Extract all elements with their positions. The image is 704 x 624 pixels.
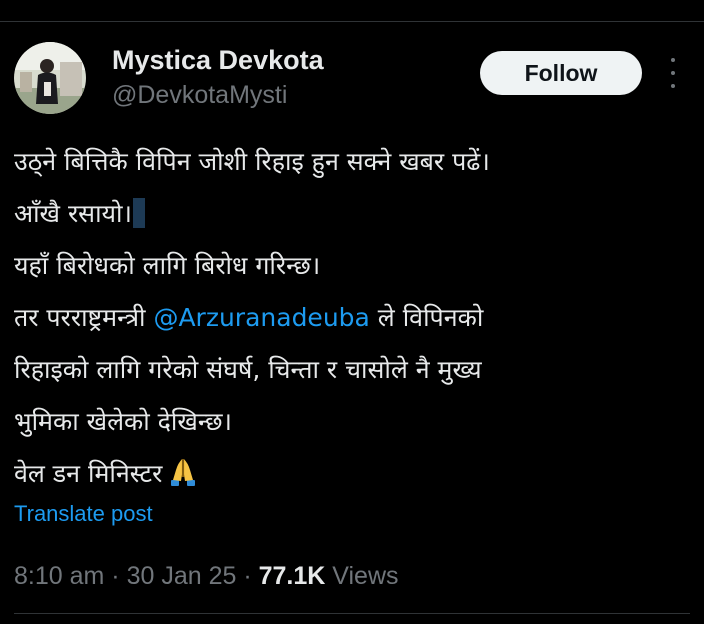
tweet-line: वेल डन मिनिस्टर [14,448,690,500]
more-options-icon[interactable] [660,58,686,88]
tweet-text: उठ्ने बित्तिकै विपिन जोशी रिहाइ हुन सक्न… [14,136,690,500]
views-label: Views [325,562,399,590]
tweet-line-text: यहाँ बिरोधको लागि बिरोध गरिन्छ। [14,251,321,280]
avatar-image [14,42,86,114]
meta-separator: · [104,562,127,590]
mention-link[interactable]: @Arzuranadeuba [153,303,369,332]
tweet-line-text: तर परराष्ट्रमन्त्री [14,303,154,332]
tweet-line-text: ले विपिनको [369,303,484,332]
folded-hands-icon [168,453,198,505]
tweet-line-text: भुमिका खेलेको देखिन्छ। [14,407,232,436]
avatar[interactable] [14,42,86,114]
text-selection-cursor [133,198,145,228]
tweet-line: आँखै रसायो। [14,188,690,240]
author-handle[interactable]: @DevkotaMysti [112,80,287,110]
follow-button[interactable]: Follow [480,51,642,95]
views-count[interactable]: 77.1K [259,562,326,590]
more-dot [671,58,675,62]
bottom-divider [14,613,690,614]
author-display-name[interactable]: Mystica Devkota [112,44,324,76]
tweet-line-text: रिहाइको लागि गरेको संघर्ष, चिन्ता र चासो… [14,355,482,384]
meta-separator: · [236,562,259,590]
tweet-time[interactable]: 8:10 am [14,562,104,590]
top-divider [0,0,704,22]
more-dot [671,71,675,75]
tweet-line: रिहाइको लागि गरेको संघर्ष, चिन्ता र चासो… [14,344,690,396]
tweet-line: तर परराष्ट्रमन्त्री @Arzuranadeuba ले वि… [14,292,690,344]
tweet-meta: 8:10 am · 30 Jan 25 · 77.1K Views [14,560,399,592]
tweet-date[interactable]: 30 Jan 25 [127,562,237,590]
tweet-line: उठ्ने बित्तिकै विपिन जोशी रिहाइ हुन सक्न… [14,136,690,188]
tweet-line-text: आँखै रसायो। [14,199,132,228]
tweet-line: यहाँ बिरोधको लागि बिरोध गरिन्छ। [14,240,690,292]
tweet-line: भुमिका खेलेको देखिन्छ। [14,396,690,448]
more-dot [671,84,675,88]
tweet-line-text: वेल डन मिनिस्टर [14,459,163,488]
translate-post-link[interactable]: Translate post [14,500,153,528]
tweet-line-text: उठ्ने बित्तिकै विपिन जोशी रिहाइ हुन सक्न… [14,147,490,176]
